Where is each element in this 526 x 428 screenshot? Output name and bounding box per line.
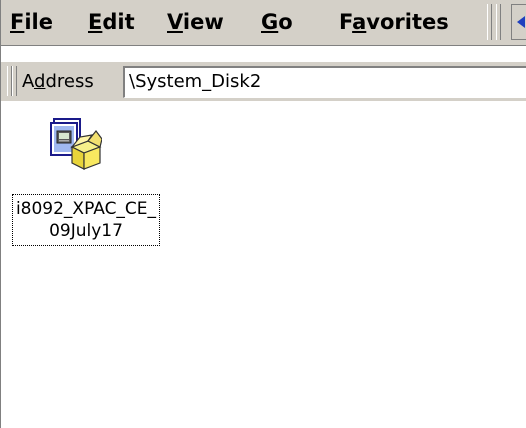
toolbar-grip-2[interactable] xyxy=(496,4,501,40)
file-list-area[interactable]: i8092_XPAC_CE_09July17 xyxy=(1,101,526,428)
menu-view[interactable]: View xyxy=(167,8,224,36)
address-bar: Address \System_Disk2 xyxy=(1,61,526,101)
back-arrow-icon xyxy=(517,16,525,28)
address-label: Address xyxy=(22,71,94,92)
menu-favorites[interactable]: Favorites xyxy=(339,8,449,36)
file-explorer-window: File Edit View Go Favorites Address \Sys… xyxy=(0,0,526,428)
toolbar-grip[interactable] xyxy=(487,4,492,40)
menu-bar: File Edit View Go Favorites xyxy=(1,0,526,46)
installer-package-icon xyxy=(50,118,102,170)
menu-edit[interactable]: Edit xyxy=(88,8,135,36)
toolbar-overflow[interactable] xyxy=(511,4,526,40)
menu-go[interactable]: Go xyxy=(261,8,293,36)
file-name-label[interactable]: i8092_XPAC_CE_09July17 xyxy=(12,194,160,246)
menu-file[interactable]: File xyxy=(10,8,53,36)
address-input[interactable]: \System_Disk2 xyxy=(123,66,526,98)
address-bar-grip-2[interactable] xyxy=(12,66,17,96)
